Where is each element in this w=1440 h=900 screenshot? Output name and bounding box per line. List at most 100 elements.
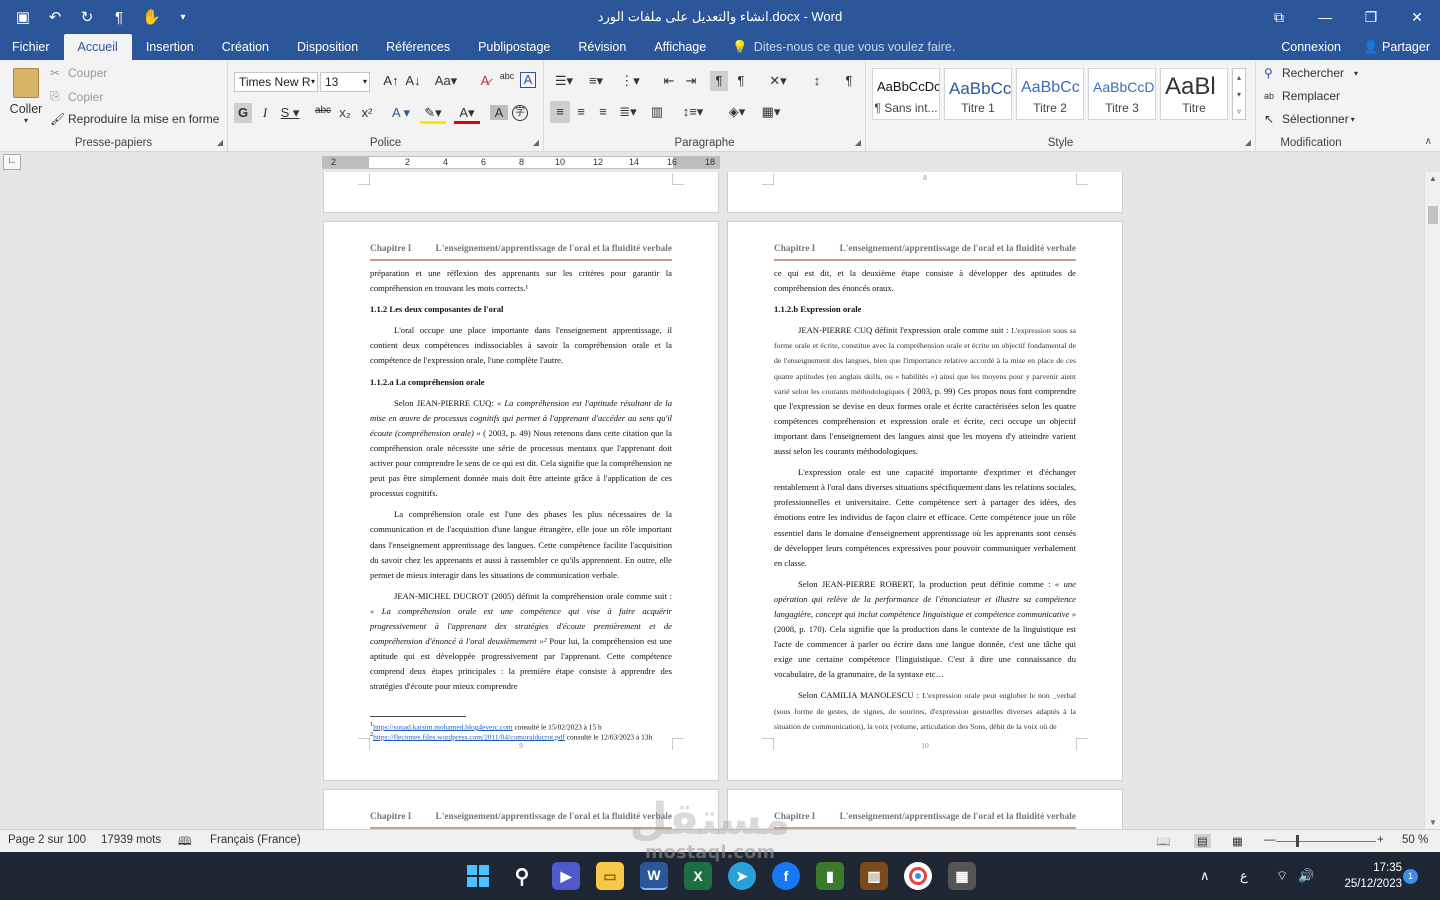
zoom-slider-thumb[interactable] <box>1296 835 1299 847</box>
text-effects-icon[interactable]: A ▾ <box>388 105 414 121</box>
select-button[interactable]: ↖ Sélectionner ▾ <box>1264 112 1355 126</box>
file-explorer-icon[interactable]: ▭ <box>596 862 624 890</box>
style-heading1[interactable]: AaBbCc Titre 1 <box>944 68 1012 120</box>
style-title[interactable]: AaBl Titre <box>1160 68 1228 120</box>
redo-icon[interactable]: ↻ <box>78 8 96 26</box>
excel-app-icon[interactable]: X <box>684 862 712 890</box>
tab-layout[interactable]: Disposition <box>283 34 372 60</box>
tab-home[interactable]: Accueil <box>63 34 132 60</box>
clock[interactable]: 17:35 25/12/2023 <box>1344 860 1402 892</box>
language-indicator[interactable]: Français (France) <box>210 834 301 846</box>
page-body[interactable]: préparation et une réflexion des apprena… <box>370 266 672 700</box>
read-mode-icon[interactable]: 📖 <box>1156 834 1170 848</box>
bullets-icon[interactable]: ☰▾ <box>552 73 576 89</box>
more-styles-icon[interactable]: ▿ <box>1233 103 1245 120</box>
print-layout-icon[interactable]: ▤ <box>1194 834 1211 848</box>
decrease-indent-icon[interactable]: ⇤ <box>660 73 678 89</box>
minimize-icon[interactable]: — <box>1302 0 1348 34</box>
wifi-icon[interactable]: ⌔ <box>1276 868 1288 884</box>
multilevel-list-icon[interactable]: ⋮▾ <box>618 73 642 89</box>
document-area[interactable]: 8 Chapitre I L'enseignement/apprentissag… <box>0 172 1424 829</box>
paste-button[interactable]: Coller ▾ <box>6 66 46 136</box>
notification-badge[interactable]: 1 <box>1403 869 1418 884</box>
strikethrough-icon[interactable]: abc <box>312 105 334 116</box>
chrome-icon[interactable] <box>904 862 932 890</box>
align-center-icon[interactable]: ≡ <box>572 104 590 119</box>
find-button[interactable]: ⚲ Rechercher ▾ <box>1264 66 1358 80</box>
vertical-scrollbar[interactable]: ▲ ▼ <box>1424 172 1440 829</box>
tell-me-box[interactable]: 💡 Dites-nous ce que vous voulez faire. <box>732 34 955 60</box>
superscript-icon[interactable]: x² <box>358 105 376 120</box>
grow-font-icon[interactable]: A↑ <box>382 73 400 88</box>
dialog-launcher-icon[interactable]: ◢ <box>855 138 861 147</box>
facebook-icon[interactable]: f <box>772 862 800 890</box>
zoom-in-icon[interactable]: + <box>1377 834 1384 846</box>
font-name-select[interactable]: Times New R ▾ <box>234 72 318 92</box>
highlight-icon[interactable]: ✎▾ <box>420 105 446 124</box>
page-body[interactable]: ce qui est dit, et la deuxième étape con… <box>774 266 1076 740</box>
restore-icon[interactable]: ❐ <box>1348 0 1394 34</box>
tab-view[interactable]: Affichage <box>640 34 720 60</box>
search-icon[interactable]: ⚲ <box>508 862 536 890</box>
chevron-up-icon[interactable]: ∧ <box>1200 868 1220 884</box>
tab-review[interactable]: Révision <box>564 34 640 60</box>
app-icon[interactable]: ▮ <box>816 862 844 890</box>
styles-scroll[interactable]: ▴ ▾ ▿ <box>1232 68 1246 120</box>
increase-indent-icon[interactable]: ⇥ <box>682 73 700 89</box>
ltr-direction-icon[interactable]: ¶ <box>710 71 728 91</box>
borders-icon[interactable]: ▦▾ <box>758 104 784 120</box>
save-icon[interactable]: ▣ <box>14 8 32 26</box>
horizontal-ruler[interactable]: 2 2 4 6 8 10 12 14 16 18 <box>322 156 720 169</box>
copy-button[interactable]: ⎘ Copier <box>50 89 103 104</box>
justify-icon[interactable]: ≣▾ <box>616 104 640 120</box>
underline-icon[interactable]: S ▾ <box>278 105 302 121</box>
chevron-up-icon[interactable]: ▴ <box>1233 69 1245 86</box>
word-count[interactable]: 17939 mots <box>101 834 161 846</box>
tab-references[interactable]: Références <box>372 34 464 60</box>
telegram-icon[interactable]: ➤ <box>728 862 756 890</box>
page-8-right[interactable]: 8 <box>727 172 1123 213</box>
rtl-direction-icon[interactable]: ¶ <box>732 73 750 88</box>
shrink-font-icon[interactable]: A↓ <box>404 73 422 88</box>
tab-file[interactable]: Fichier <box>0 34 64 60</box>
page-9[interactable]: Chapitre I L'enseignement/apprentissage … <box>323 221 719 781</box>
dialog-launcher-icon[interactable]: ◢ <box>533 138 539 147</box>
style-no-spacing[interactable]: AaBbCcDc ¶ Sans int... <box>872 68 940 120</box>
distributed-icon[interactable]: ▥ <box>648 104 666 120</box>
phonetic-guide-icon[interactable]: abc <box>498 71 516 81</box>
input-language[interactable]: ع <box>1240 868 1258 884</box>
page-10[interactable]: Chapitre I L'enseignement/apprentissage … <box>727 221 1123 781</box>
format-painter-button[interactable]: 🖌 Reproduire la mise en forme <box>50 112 219 126</box>
zoom-level[interactable]: 50 % <box>1402 834 1428 846</box>
subscript-icon[interactable]: x₂ <box>336 105 354 120</box>
enclose-characters-icon[interactable]: 字 <box>512 105 528 121</box>
signin-link[interactable]: Connexion <box>1281 40 1341 54</box>
asian-layout-icon[interactable]: ✕▾ <box>766 73 790 89</box>
web-layout-icon[interactable]: ▦ <box>1232 834 1243 848</box>
undo-icon[interactable]: ↶ <box>46 8 64 26</box>
font-size-select[interactable]: 13 ▾ <box>320 72 370 92</box>
start-icon[interactable] <box>464 862 492 890</box>
character-border-icon[interactable]: A <box>520 72 536 88</box>
replace-button[interactable]: ab Remplacer <box>1264 89 1340 103</box>
proofing-icon[interactable]: 🕮 <box>178 834 192 853</box>
pilcrow-rtl-icon[interactable]: ¶ <box>110 9 128 26</box>
chart-app-icon[interactable]: ▥ <box>860 862 888 890</box>
scroll-up-icon[interactable]: ▲ <box>1425 174 1440 183</box>
numbering-icon[interactable]: ≡▾ <box>584 73 608 89</box>
align-left-icon[interactable]: ≡ <box>550 101 570 123</box>
shading-icon[interactable]: ◈▾ <box>724 104 750 120</box>
style-heading3[interactable]: AaBbCcD Titre 3 <box>1088 68 1156 120</box>
tab-mailings[interactable]: Publipostage <box>464 34 564 60</box>
chevron-down-icon[interactable]: ▾ <box>1233 86 1245 103</box>
cut-button[interactable]: ✂ Couper <box>50 66 107 80</box>
align-right-icon[interactable]: ≡ <box>594 104 612 119</box>
page-12[interactable]: Chapitre I L'enseignement/apprentissage … <box>727 789 1123 829</box>
teams-meet-icon[interactable]: ▶ <box>552 862 580 890</box>
page-count[interactable]: Page 2 sur 100 <box>8 834 86 846</box>
collapse-ribbon-icon[interactable]: ∧ <box>1425 136 1432 147</box>
change-case-icon[interactable]: Aa▾ <box>432 73 460 89</box>
character-shading-icon[interactable]: A <box>490 105 508 120</box>
zoom-slider[interactable] <box>1276 841 1376 842</box>
dialog-launcher-icon[interactable]: ◢ <box>217 138 223 147</box>
